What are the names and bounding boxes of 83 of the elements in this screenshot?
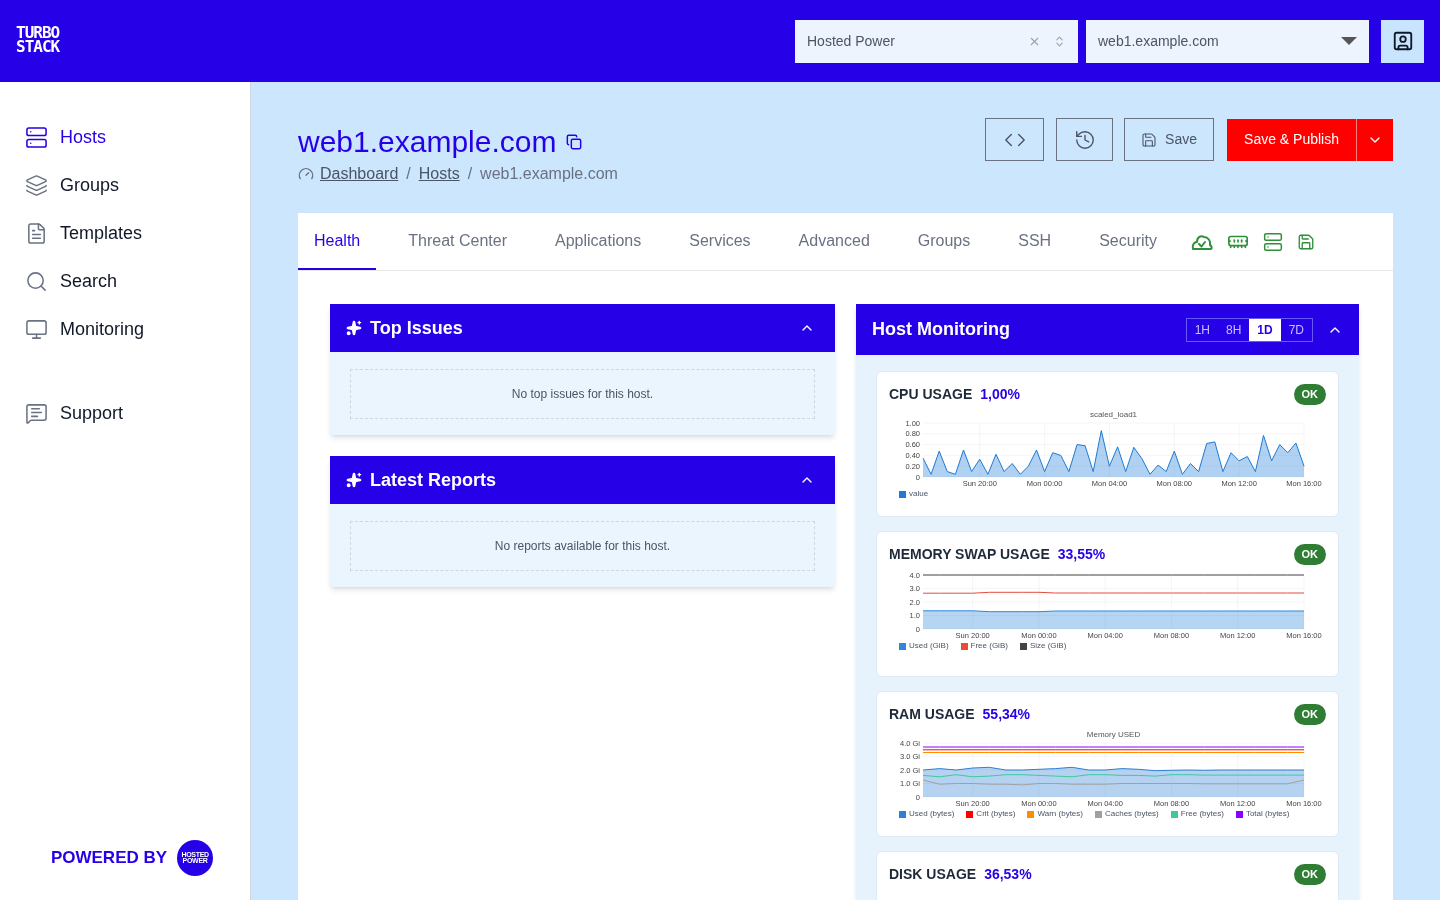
legend-item: Used (GiB) xyxy=(899,642,949,650)
metric-value: 1,00% xyxy=(980,385,1020,404)
up-down-icon xyxy=(1053,34,1066,48)
metric-value: 55,34% xyxy=(982,705,1031,724)
save-icon xyxy=(1141,131,1158,148)
range-option[interactable]: 1D xyxy=(1249,318,1281,341)
breadcrumb-link[interactable]: Dashboard xyxy=(320,162,399,186)
metric-value: 36,53% xyxy=(984,865,1032,884)
code-button[interactable] xyxy=(985,118,1045,161)
breadcrumb-separator: / xyxy=(467,164,473,184)
legend-item: Caches (bytes) xyxy=(1095,810,1159,818)
tab[interactable]: Services xyxy=(673,213,767,270)
legend-item: Warn (bytes) xyxy=(1027,810,1083,818)
sidebar-item[interactable]: Monitoring xyxy=(0,305,250,353)
sidebar-item[interactable]: Support xyxy=(0,389,250,437)
cloud-check-icon[interactable] xyxy=(1190,232,1213,251)
history-icon xyxy=(1073,128,1096,151)
host-select[interactable]: web1.example.com xyxy=(1086,19,1369,63)
legend-item: Free (GiB) xyxy=(960,642,1008,650)
metric-title: MEMORY SWAP USAGE xyxy=(889,545,1050,564)
powered-by-text: POWERED BY xyxy=(50,847,168,870)
sidebar-item[interactable]: Templates xyxy=(0,209,250,257)
tab[interactable]: Health xyxy=(298,213,377,270)
tab[interactable]: Applications xyxy=(538,213,658,270)
legend-item: Total (bytes) xyxy=(1235,810,1290,818)
sidebar-item[interactable]: Groups xyxy=(0,161,250,209)
status-badge: OK xyxy=(1293,864,1326,885)
save-icon[interactable] xyxy=(1296,232,1315,251)
caret-icon xyxy=(1341,37,1357,45)
save-publish-button[interactable]: Save & Publish xyxy=(1227,118,1357,161)
chart-title: scaled_load1 xyxy=(1089,410,1138,419)
breadcrumb-current: web1.example.com xyxy=(480,164,618,184)
publish-options-button[interactable] xyxy=(1357,118,1393,161)
panel-header[interactable]: Top Issues xyxy=(330,304,835,352)
legend-item: Size (GiB) xyxy=(1019,642,1067,650)
panel-title: Top Issues xyxy=(370,316,464,340)
layers-icon xyxy=(25,173,48,197)
panel-title: Latest Reports xyxy=(370,468,498,492)
metric-title: RAM USAGE xyxy=(889,705,975,724)
tab[interactable]: Security xyxy=(1083,213,1173,270)
status-badge: OK xyxy=(1293,384,1326,405)
chat-icon xyxy=(25,401,48,425)
sidebar-item[interactable]: Search xyxy=(0,257,250,305)
legend-item: Free (bytes) xyxy=(1170,810,1224,818)
metric-value: 33,55% xyxy=(1057,545,1106,564)
save-button[interactable]: Save xyxy=(1124,118,1215,161)
logo: TURBO STACK xyxy=(16,26,60,54)
sidebar-item[interactable]: Hosts xyxy=(0,113,250,161)
breadcrumb-link[interactable]: Hosts xyxy=(418,162,460,186)
server-icon xyxy=(25,125,48,149)
copy-icon[interactable] xyxy=(566,134,583,150)
metric-title: DISK USAGE xyxy=(889,865,977,884)
range-option[interactable]: 8H xyxy=(1217,318,1250,341)
user-icon xyxy=(1391,30,1414,52)
dashboard-icon xyxy=(298,166,314,182)
status-badge: OK xyxy=(1293,544,1326,565)
document-icon xyxy=(25,221,48,245)
search-icon xyxy=(25,269,48,293)
tab[interactable]: Advanced xyxy=(782,213,886,270)
breadcrumb-separator: / xyxy=(406,164,411,184)
server-icon[interactable] xyxy=(1262,231,1283,252)
organization-select[interactable]: Hosted Power xyxy=(795,19,1078,63)
chart-title: Memory USED xyxy=(1086,730,1141,739)
empty-state: No reports available for this host. xyxy=(350,521,815,571)
user-button[interactable] xyxy=(1381,19,1424,63)
tab[interactable]: Threat Center xyxy=(392,213,523,270)
legend-item: value xyxy=(899,490,929,498)
metric-title: CPU USAGE xyxy=(889,385,973,404)
empty-state: No top issues for this host. xyxy=(350,369,815,419)
sparkles-icon xyxy=(346,320,362,336)
tab[interactable]: SSH xyxy=(1002,213,1068,270)
legend-item: Crit (bytes) xyxy=(966,810,1016,818)
panel-header[interactable]: Latest Reports xyxy=(330,456,835,504)
page-title: web1.example.com xyxy=(298,124,557,160)
legend-item: Used (bytes) xyxy=(899,810,955,818)
history-button[interactable] xyxy=(1056,118,1114,161)
range-option[interactable]: 7D xyxy=(1280,318,1312,341)
panel-title: Host Monitoring xyxy=(872,318,1011,341)
status-badge: OK xyxy=(1293,704,1326,725)
sparkles-icon xyxy=(346,472,362,488)
range-option[interactable]: 1H xyxy=(1186,318,1218,341)
monitor-icon xyxy=(25,317,48,341)
tab[interactable]: Groups xyxy=(901,213,987,270)
